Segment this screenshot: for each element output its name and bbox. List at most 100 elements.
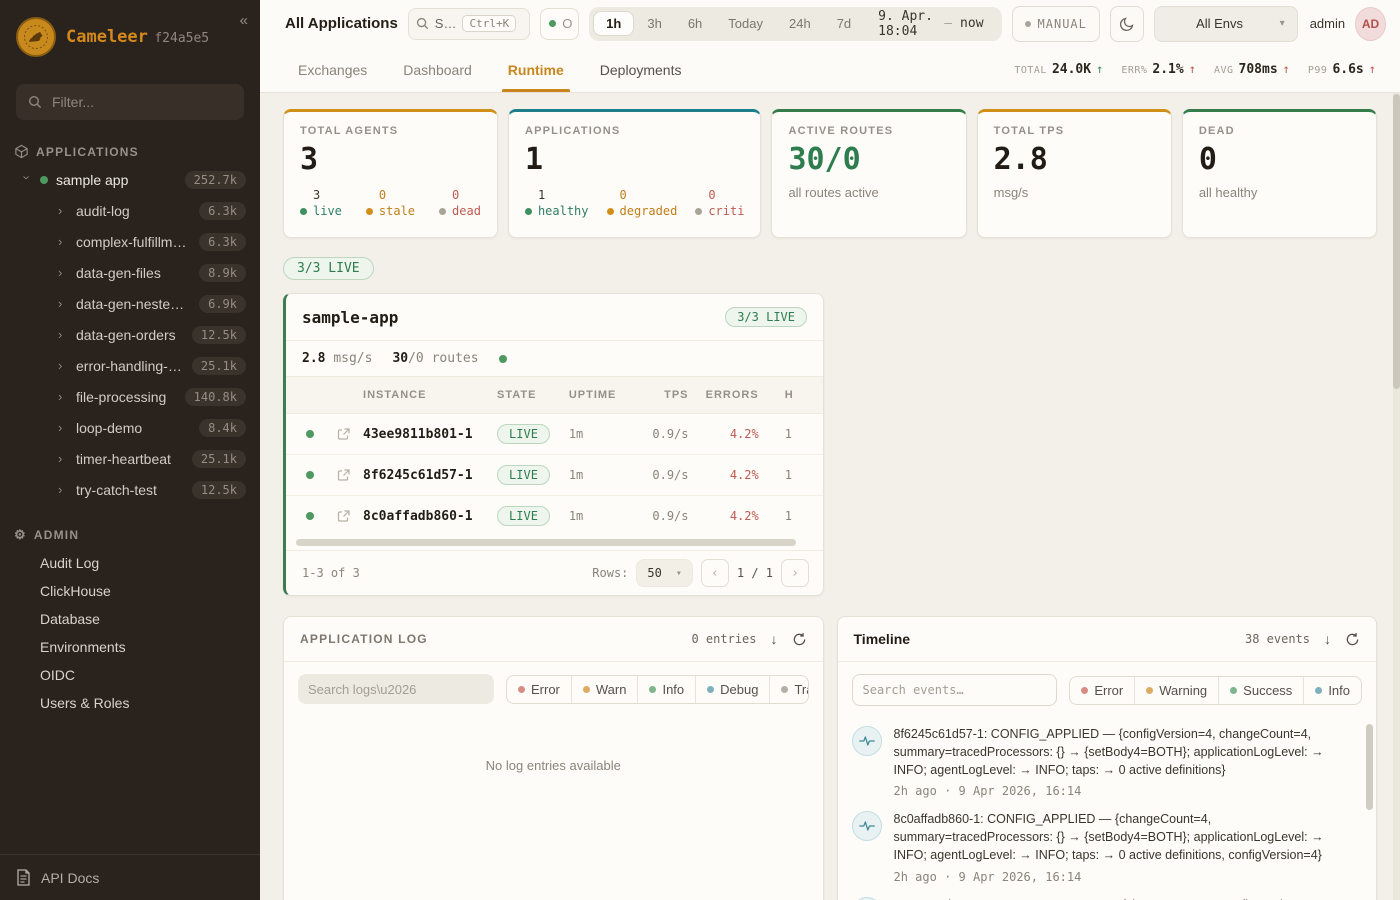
online-dot bbox=[549, 20, 556, 27]
summary-cards: TOTAL AGENTS 3 3live 0stale 0dead APPLIC… bbox=[283, 109, 1377, 238]
filter-warning[interactable]: Warning bbox=[1134, 677, 1218, 704]
document-icon bbox=[16, 869, 31, 886]
sidebar-item-database[interactable]: Database bbox=[0, 605, 260, 633]
timeline-search-input[interactable] bbox=[852, 674, 1058, 706]
sidebar-item-data-gen-files[interactable]: ›data-gen-files8.9k bbox=[0, 257, 260, 288]
app-title: Cameleer bbox=[66, 27, 148, 47]
sidebar: Cameleer f24a5e5 « APPLICATIONS › sample… bbox=[0, 0, 260, 900]
horizontal-scrollbar[interactable] bbox=[296, 539, 817, 547]
filter-error[interactable]: Error bbox=[507, 676, 571, 703]
chevron-down-icon[interactable]: › bbox=[20, 175, 35, 185]
filter-debug[interactable]: Debug bbox=[695, 676, 769, 703]
sidebar-item-timer-heartbeat[interactable]: ›timer-heartbeat25.1k bbox=[0, 443, 260, 474]
chevron-right-icon[interactable]: › bbox=[58, 265, 68, 280]
filter-trace[interactable]: Trace bbox=[769, 676, 808, 703]
main-area: All Applications S… Ctrl+K O 1h 3h 6h To… bbox=[260, 0, 1400, 900]
timeline-scrollbar[interactable] bbox=[1366, 724, 1373, 810]
timeline-event[interactable]: 8f6245c61d57-1: CONFIG_APPLIED — {config… bbox=[852, 726, 1359, 798]
chevron-right-icon[interactable]: › bbox=[58, 327, 68, 342]
tab-exchanges[interactable]: Exchanges bbox=[298, 47, 367, 92]
tab-deployments[interactable]: Deployments bbox=[600, 47, 682, 92]
rows-per-page-select[interactable]: 50 ▾ bbox=[636, 559, 692, 587]
external-link-icon[interactable] bbox=[325, 427, 363, 441]
arrow-up-icon: ↑ bbox=[1096, 62, 1103, 76]
next-page-button[interactable]: › bbox=[781, 559, 809, 587]
count-badge: 6.9k bbox=[199, 295, 246, 313]
chevron-right-icon[interactable]: › bbox=[58, 482, 68, 497]
page-scrollbar[interactable] bbox=[1393, 92, 1400, 900]
table-row[interactable]: 8c0affadb860-1 LIVE 1m 0.9/s 4.2% 1 bbox=[286, 496, 823, 536]
range-1h[interactable]: 1h bbox=[593, 11, 634, 36]
sidebar-item-data-gen-orders[interactable]: ›data-gen-orders12.5k bbox=[0, 319, 260, 350]
chevron-right-icon[interactable]: › bbox=[58, 389, 68, 404]
chevron-right-icon[interactable]: › bbox=[58, 203, 68, 218]
application-log-panel: APPLICATION LOG 0 entries ↓ Error Warn I… bbox=[283, 616, 824, 900]
chevron-right-icon[interactable]: › bbox=[58, 451, 68, 466]
range-3h[interactable]: 3h bbox=[634, 11, 674, 36]
substat-healthy: 1healthy bbox=[525, 187, 589, 219]
env-select[interactable]: All Envs ▾ bbox=[1154, 6, 1297, 42]
avatar[interactable]: AD bbox=[1355, 7, 1386, 41]
sidebar-item-data-gen-nested[interactable]: ›data-gen-neste…6.9k bbox=[0, 288, 260, 319]
external-link-icon[interactable] bbox=[325, 468, 363, 482]
download-icon[interactable]: ↓ bbox=[1324, 631, 1331, 647]
api-docs-link[interactable]: API Docs bbox=[0, 854, 260, 900]
tab-dashboard[interactable]: Dashboard bbox=[403, 47, 472, 92]
sidebar-item-file-processing[interactable]: ›file-processing140.8k bbox=[0, 381, 260, 412]
manual-refresh-button[interactable]: MANUAL bbox=[1012, 6, 1100, 42]
global-search[interactable]: S… Ctrl+K bbox=[408, 8, 531, 40]
prev-page-button[interactable]: ‹ bbox=[701, 559, 729, 587]
sidebar-collapse-icon[interactable]: « bbox=[240, 12, 248, 29]
tab-runtime[interactable]: Runtime bbox=[508, 47, 564, 92]
filter-error[interactable]: Error bbox=[1070, 677, 1134, 704]
sidebar-item-complex-fulfillment[interactable]: ›complex-fulfillm…6.3k bbox=[0, 226, 260, 257]
count-badge: 6.3k bbox=[199, 233, 246, 251]
download-icon[interactable]: ↓ bbox=[771, 631, 778, 647]
sidebar-item-audit-log[interactable]: ›audit-log6.3k bbox=[0, 195, 260, 226]
substat-dead: 0dead bbox=[439, 187, 481, 219]
sidebar-filter[interactable] bbox=[16, 84, 244, 120]
substat-stale: 0stale bbox=[366, 187, 415, 219]
table-row[interactable]: 43ee9811b801-1 LIVE 1m 0.9/s 4.2% 1 bbox=[286, 414, 823, 455]
filter-success[interactable]: Success bbox=[1218, 677, 1303, 704]
online-status-button[interactable]: O bbox=[540, 8, 579, 40]
chevron-right-icon[interactable]: › bbox=[58, 420, 68, 435]
refresh-icon[interactable] bbox=[792, 632, 807, 647]
sidebar-item-users-roles[interactable]: Users & Roles bbox=[0, 689, 260, 717]
range-today[interactable]: Today bbox=[715, 11, 776, 36]
empty-state-text: No log entries available bbox=[284, 716, 823, 773]
range-6h[interactable]: 6h bbox=[675, 11, 715, 36]
chevron-right-icon[interactable]: › bbox=[58, 358, 68, 373]
sidebar-item-environments[interactable]: Environments bbox=[0, 633, 260, 661]
sidebar-item-error-handling[interactable]: ›error-handling-…25.1k bbox=[0, 350, 260, 381]
search-icon bbox=[416, 17, 429, 30]
range-24h[interactable]: 24h bbox=[776, 11, 824, 36]
sidebar-item-try-catch-test[interactable]: ›try-catch-test12.5k bbox=[0, 474, 260, 505]
filter-input[interactable] bbox=[50, 93, 232, 111]
sidebar-item-sample-app[interactable]: › sample app 252.7k bbox=[0, 165, 260, 195]
filter-info[interactable]: Info bbox=[1303, 677, 1361, 704]
theme-toggle-button[interactable] bbox=[1110, 6, 1144, 42]
sidebar-item-audit-log-admin[interactable]: Audit Log bbox=[0, 549, 260, 577]
log-search-input[interactable] bbox=[298, 674, 494, 704]
sidebar-item-clickhouse[interactable]: ClickHouse bbox=[0, 577, 260, 605]
table-row[interactable]: 8f6245c61d57-1 LIVE 1m 0.9/s 4.2% 1 bbox=[286, 455, 823, 496]
card-applications: APPLICATIONS 1 1healthy 0degraded 0criti bbox=[508, 109, 762, 238]
time-range-display[interactable]: 9. Apr. 18:04 – now bbox=[864, 9, 997, 39]
chevron-right-icon[interactable]: › bbox=[58, 234, 68, 249]
filter-info[interactable]: Info bbox=[637, 676, 695, 703]
chevron-right-icon[interactable]: › bbox=[58, 296, 68, 311]
health-dot bbox=[499, 355, 507, 363]
range-7d[interactable]: 7d bbox=[824, 11, 864, 36]
filter-warn[interactable]: Warn bbox=[571, 676, 638, 703]
sidebar-item-loop-demo[interactable]: ›loop-demo8.4k bbox=[0, 412, 260, 443]
status-dot bbox=[306, 430, 314, 438]
sidebar-item-oidc[interactable]: OIDC bbox=[0, 661, 260, 689]
pulse-icon bbox=[852, 811, 882, 841]
refresh-icon[interactable] bbox=[1345, 632, 1360, 647]
timeline-event[interactable]: 8c0affadb860-1: CONFIG_APPLIED — {change… bbox=[852, 811, 1359, 883]
external-link-icon[interactable] bbox=[325, 509, 363, 523]
panel-title: APPLICATION LOG bbox=[300, 632, 428, 646]
timeline-event[interactable]: 43ee9811b801-1: CONFIG_APPLIED — {change… bbox=[852, 897, 1359, 900]
substat-degraded: 0degraded bbox=[607, 187, 678, 219]
